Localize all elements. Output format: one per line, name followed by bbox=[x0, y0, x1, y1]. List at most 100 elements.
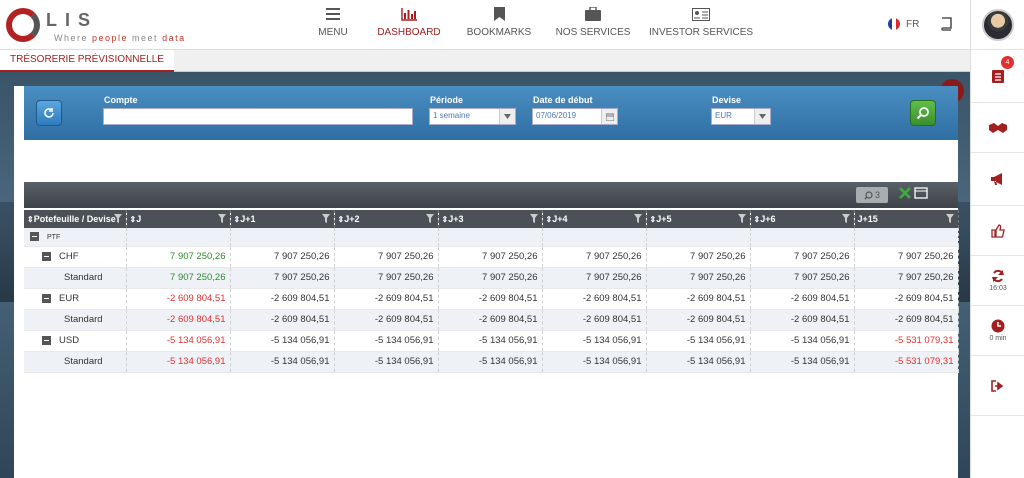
filter-funnel-icon[interactable] bbox=[945, 214, 954, 225]
empty-cell bbox=[230, 228, 335, 247]
value-cell: -5 134 056,91 bbox=[126, 330, 231, 352]
search-button[interactable] bbox=[910, 100, 936, 126]
compte-label: Compte bbox=[104, 95, 138, 105]
filter-funnel-icon[interactable] bbox=[321, 214, 330, 225]
collapse-toggle-icon[interactable] bbox=[42, 335, 51, 345]
refresh-time: 16:03 bbox=[989, 285, 1007, 292]
logo-ring-icon bbox=[6, 8, 40, 42]
logout-icon bbox=[991, 379, 1004, 392]
value-cell: -5 134 056,91 bbox=[646, 351, 751, 373]
empty-cell bbox=[646, 228, 751, 247]
column-header-2[interactable]: ⇕J+1 bbox=[230, 210, 335, 228]
value-cell: 7 907 250,26 bbox=[438, 246, 543, 268]
user-avatar[interactable] bbox=[971, 0, 1024, 50]
filter-funnel-icon[interactable] bbox=[633, 214, 642, 225]
filter-funnel-icon[interactable] bbox=[737, 214, 746, 225]
value-cell: -5 134 056,91 bbox=[542, 351, 647, 373]
column-header-0[interactable]: ⇕Potefeuille / Devise bbox=[24, 210, 127, 228]
nav-label: MENU bbox=[318, 27, 348, 38]
column-label: J+3 bbox=[448, 214, 464, 224]
empty-cell bbox=[542, 228, 647, 247]
value-cell: -2 609 804,51 bbox=[750, 309, 855, 331]
ptf-cell: PTF bbox=[24, 228, 127, 247]
row-label: EUR bbox=[59, 293, 80, 304]
value-cell: -2 609 804,51 bbox=[854, 309, 959, 331]
search-icon bbox=[916, 107, 929, 120]
nav-label: INVESTOR SERVICES bbox=[648, 27, 754, 38]
nav-item-investor-services[interactable]: INVESTOR SERVICES bbox=[640, 0, 762, 50]
filter-funnel-icon[interactable] bbox=[113, 214, 122, 225]
reset-button[interactable] bbox=[36, 100, 62, 126]
value-cell: 7 907 250,26 bbox=[542, 267, 647, 289]
periode-select[interactable]: 1 semaine bbox=[429, 108, 516, 125]
right-sidebar: 4 16:03 0 min bbox=[970, 0, 1024, 478]
excel-export-button[interactable] bbox=[898, 186, 928, 200]
tab-tresorerie[interactable]: TRÉSORERIE PRÉVISIONNELLE bbox=[0, 50, 174, 72]
value-cell: -5 531 079,31 bbox=[854, 330, 959, 352]
column-label: J+6 bbox=[760, 214, 776, 224]
value-cell: 7 907 250,26 bbox=[646, 246, 751, 268]
column-header-7[interactable]: ⇕J+6 bbox=[750, 210, 855, 228]
timer-value: 0 min bbox=[989, 335, 1007, 342]
column-header-8[interactable]: J+15 bbox=[854, 210, 959, 228]
nav-item-bookmarks[interactable]: BOOKMARKS bbox=[452, 0, 546, 50]
value-cell: -2 609 804,51 bbox=[542, 288, 647, 310]
devise-select[interactable]: EUR bbox=[711, 108, 771, 125]
olis-logo[interactable]: LIS Where people meet data bbox=[6, 6, 206, 46]
value-cell: -2 609 804,51 bbox=[750, 288, 855, 310]
logout-button[interactable] bbox=[971, 356, 1024, 416]
refresh-button[interactable]: 16:03 bbox=[971, 256, 1024, 306]
value-cell: 7 907 250,26 bbox=[230, 246, 335, 268]
column-label: J bbox=[136, 214, 142, 224]
content-panel: Compte Période 1 semaine Date de début 0… bbox=[14, 86, 959, 478]
notification-badge: 4 bbox=[1001, 56, 1014, 69]
value-cell: -5 134 056,91 bbox=[438, 351, 543, 373]
column-header-6[interactable]: ⇕J+5 bbox=[646, 210, 751, 228]
value-cell: 7 907 250,26 bbox=[230, 267, 335, 289]
logo-tagline: Where people meet data bbox=[54, 33, 186, 43]
book-icon[interactable] bbox=[940, 17, 952, 34]
notifications-button[interactable]: 4 bbox=[971, 50, 1024, 103]
row-label: Standard bbox=[64, 314, 103, 325]
value-cell: -5 134 056,91 bbox=[230, 351, 335, 373]
value-cell: -5 134 056,91 bbox=[542, 330, 647, 352]
column-label: J+4 bbox=[552, 214, 568, 224]
timer-button[interactable]: 0 min bbox=[971, 306, 1024, 356]
filter-funnel-icon[interactable] bbox=[529, 214, 538, 225]
nav-item-menu[interactable]: MENU bbox=[300, 0, 366, 50]
date-label: Date de début bbox=[533, 95, 593, 105]
announcements-button[interactable] bbox=[971, 153, 1024, 206]
table-row: Standard -2 609 804,51 -2 609 804,51 -2 609… bbox=[24, 309, 959, 331]
nav-item-nos-services[interactable]: NOS SERVICES bbox=[546, 0, 640, 50]
tab-bar: TRÉSORERIE PRÉVISIONNELLE bbox=[0, 50, 970, 72]
handshake-button[interactable] bbox=[971, 103, 1024, 153]
collapse-toggle-icon[interactable] bbox=[30, 232, 39, 242]
logo-text: LIS bbox=[46, 10, 99, 30]
devise-label: Devise bbox=[712, 95, 742, 105]
collapse-toggle-icon[interactable] bbox=[42, 251, 51, 261]
collapse-toggle-icon[interactable] bbox=[42, 293, 51, 303]
like-button[interactable] bbox=[971, 206, 1024, 256]
periode-label: Période bbox=[430, 95, 464, 105]
value-cell: -2 609 804,51 bbox=[334, 309, 439, 331]
excel-icon bbox=[899, 187, 911, 199]
column-header-4[interactable]: ⇕J+3 bbox=[438, 210, 543, 228]
column-header-3[interactable]: ⇕J+2 bbox=[334, 210, 439, 228]
table-row: Standard 7 907 250,26 7 907 250,26 7 907 25… bbox=[24, 267, 959, 289]
filter-funnel-icon[interactable] bbox=[425, 214, 434, 225]
row-label-cell: Standard bbox=[24, 309, 127, 331]
column-header-5[interactable]: ⇕J+4 bbox=[542, 210, 647, 228]
compte-input[interactable] bbox=[103, 108, 413, 125]
grid-search-button[interactable]: 3 bbox=[856, 187, 888, 203]
value-cell: -2 609 804,51 bbox=[126, 309, 231, 331]
nav-item-dashboard[interactable]: DASHBOARD bbox=[366, 0, 452, 50]
value-cell: -2 609 804,51 bbox=[126, 288, 231, 310]
column-header-1[interactable]: ⇕J bbox=[126, 210, 231, 228]
filter-funnel-icon[interactable] bbox=[217, 214, 226, 225]
language-selector[interactable]: FR bbox=[888, 18, 919, 30]
filter-funnel-icon[interactable] bbox=[841, 214, 850, 225]
value-cell: -2 609 804,51 bbox=[646, 288, 751, 310]
date-input[interactable]: 07/06/2019 bbox=[532, 108, 618, 125]
window-icon bbox=[914, 187, 928, 199]
chevron-down-icon bbox=[499, 109, 515, 124]
